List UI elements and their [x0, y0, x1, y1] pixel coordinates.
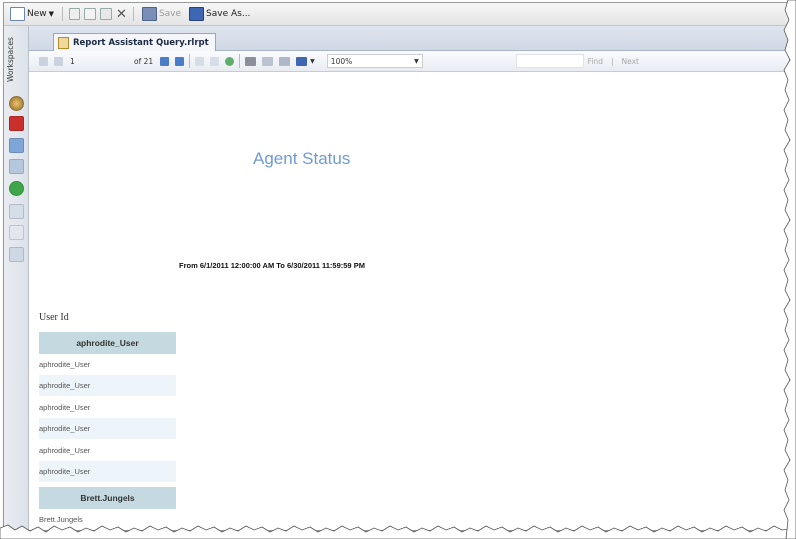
delete-icon[interactable]: ✕	[116, 8, 127, 21]
new-label: New	[27, 9, 47, 19]
page-total: of 21	[134, 56, 154, 66]
zoom-value: 100%	[330, 56, 353, 66]
save-icon	[141, 7, 157, 21]
report-viewer-toolbar: 1 of 21 ▼ 100% ▼ Find | Next	[29, 51, 789, 72]
table-row: aphrodite_User	[39, 403, 91, 412]
table-row: aphrodite_User	[39, 461, 176, 482]
cut-icon[interactable]	[69, 8, 81, 20]
refresh-icon[interactable]	[225, 56, 235, 66]
new-button[interactable]: New ▼	[8, 6, 56, 22]
save-button[interactable]: Save	[140, 6, 183, 22]
workspace-chart-icon[interactable]	[9, 116, 24, 131]
document-tab-bar: Report Assistant Query.rlrpt	[29, 26, 789, 51]
tab-report-assistant-query[interactable]: Report Assistant Query.rlrpt	[53, 33, 216, 51]
workspace-list-icon[interactable]	[9, 225, 24, 240]
find-link[interactable]: Find	[588, 57, 603, 66]
find-input[interactable]	[515, 54, 584, 68]
chevron-down-icon[interactable]: ▼	[310, 58, 315, 65]
workspace-sidebar: Workspaces	[4, 26, 29, 530]
export-icon[interactable]	[296, 56, 308, 66]
workspace-run-icon[interactable]	[9, 181, 24, 196]
last-page-icon[interactable]	[175, 56, 185, 66]
chevron-down-icon: ▼	[414, 57, 419, 65]
save-label: Save	[158, 9, 182, 19]
save-as-button[interactable]: Save As...	[187, 6, 252, 22]
save-as-label: Save As...	[206, 9, 251, 19]
table-row: aphrodite_User	[39, 418, 176, 439]
copy-icon[interactable]	[84, 8, 97, 20]
report-file-icon	[58, 36, 69, 49]
workspace-settings-icon[interactable]	[9, 247, 24, 262]
torn-edge-bottom	[0, 524, 796, 539]
table-row: aphrodite_User	[39, 446, 91, 455]
report-title: Agent Status	[253, 149, 351, 168]
page-setup-icon[interactable]	[279, 56, 291, 66]
user-id-column-label: User Id	[39, 312, 69, 323]
workspace-doc-icon[interactable]	[9, 204, 24, 219]
workspace-query-icon[interactable]	[9, 159, 24, 174]
next-link[interactable]: Next	[622, 57, 639, 66]
group-header: aphrodite_User	[39, 332, 176, 354]
prev-page-icon[interactable]	[54, 56, 63, 66]
workspace-globe-icon[interactable]	[9, 96, 24, 111]
report-page: Agent Status From 6/1/2011 12:00:00 AM T…	[29, 72, 789, 530]
group-header: Brett.Jungels	[39, 487, 176, 509]
print-layout-icon[interactable]	[262, 56, 274, 66]
workspace-report-icon[interactable]	[9, 138, 24, 153]
table-row: aphrodite_User	[39, 360, 91, 369]
new-icon	[10, 7, 25, 21]
report-date-range: From 6/1/2011 12:00:00 AM To 6/30/2011 1…	[179, 261, 365, 270]
toolbar-separator	[132, 7, 134, 21]
next-page-icon[interactable]	[160, 56, 170, 66]
table-row: aphrodite_User	[39, 375, 176, 396]
current-page-input[interactable]: 1	[66, 54, 100, 68]
back-icon[interactable]	[195, 56, 205, 66]
save-as-icon	[189, 7, 205, 21]
application-window: New ▼ ✕ Save Save As... Workspaces Repor…	[3, 2, 790, 531]
toolbar-separator	[189, 54, 191, 68]
paste-icon[interactable]	[100, 8, 113, 20]
workspaces-label[interactable]: Workspaces	[6, 30, 26, 90]
torn-edge-right	[783, 0, 796, 539]
toolbar-separator	[239, 54, 241, 68]
first-page-icon[interactable]	[39, 56, 48, 66]
find-separator: |	[610, 56, 614, 66]
stop-icon[interactable]	[210, 56, 220, 66]
main-toolbar: New ▼ ✕ Save Save As...	[4, 3, 789, 26]
zoom-select[interactable]: 100% ▼	[326, 54, 423, 68]
toolbar-separator	[62, 7, 64, 21]
current-page-value: 1	[70, 56, 75, 66]
chevron-down-icon[interactable]: ▼	[49, 10, 54, 18]
tab-title: Report Assistant Query.rlrpt	[73, 37, 209, 48]
print-icon[interactable]	[245, 56, 257, 66]
